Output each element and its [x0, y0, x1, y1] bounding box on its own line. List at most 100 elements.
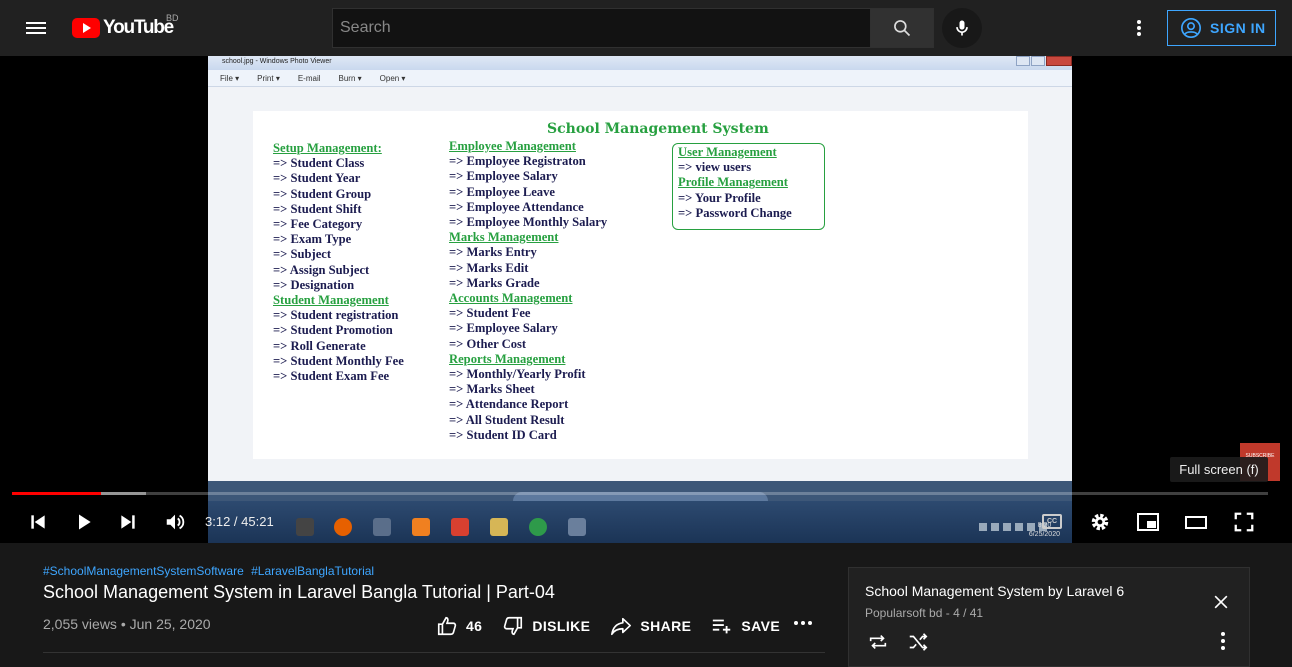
previous-button[interactable]	[22, 506, 54, 538]
sheet-list-item: => Exam Type	[273, 232, 352, 247]
hashtags: #SchoolManagementSystemSoftware #Laravel…	[43, 564, 378, 578]
sheet-list-item: => Student Class	[273, 156, 365, 171]
share-icon	[611, 617, 632, 636]
sheet-list-item: => Student Fee	[449, 306, 531, 321]
voice-search-button[interactable]	[942, 8, 982, 48]
share-button[interactable]: SHARE	[610, 615, 691, 637]
photo-viewer-menu: File ▾ Print ▾ E-mail Burn ▾ Open ▾	[208, 70, 1072, 87]
save-label: SAVE	[741, 618, 781, 634]
sheet-section-heading: Profile Management	[678, 175, 788, 190]
search-button[interactable]	[870, 8, 934, 48]
photo-viewer-titlebar: school.jpg - Windows Photo Viewer	[208, 56, 1072, 70]
save-button[interactable]: SAVE	[711, 615, 780, 637]
play-icon	[79, 514, 91, 530]
playlist-meta: Popularsoft bd - 4 / 41	[865, 606, 983, 620]
sheet-list-item: => Designation	[273, 277, 355, 292]
sheet-list-item: => Employee Attendance	[449, 199, 584, 214]
playlist-panel: School Management System by Laravel 6 Po…	[848, 567, 1250, 667]
fullscreen-tooltip: Full screen (f)	[1170, 457, 1268, 482]
mute-button[interactable]	[159, 506, 191, 538]
fullscreen-button[interactable]	[1228, 506, 1260, 538]
sign-in-label: SIGN IN	[1210, 20, 1266, 36]
youtube-logo[interactable]: YouTube	[72, 17, 174, 39]
hashtag-link[interactable]: #SchoolManagementSystemSoftware	[43, 564, 244, 578]
search-input[interactable]	[333, 9, 870, 47]
sheet-section-heading: Accounts Management	[449, 291, 573, 306]
sheet-column-setup: Setup Management: => Student Class => Stud…	[273, 141, 404, 384]
sheet-list-item: => Marks Edit	[449, 260, 529, 275]
sheet-list-item: => Employee Monthly Salary	[449, 215, 608, 230]
settings-menu-button[interactable]	[1127, 16, 1151, 40]
shuffle-icon	[909, 633, 928, 651]
thumbs-down-icon	[504, 616, 523, 636]
sheet-title: School Management System	[547, 121, 769, 137]
sheet-section-heading: Setup Management:	[273, 141, 382, 155]
theater-mode-button[interactable]	[1180, 506, 1212, 538]
sheet-list-item: => Student Promotion	[273, 323, 393, 338]
video-frame: school.jpg - Windows Photo Viewer File ▾…	[208, 56, 1072, 543]
dislike-label: DISLIKE	[532, 618, 591, 634]
sheet-section-heading: Employee Management	[449, 139, 576, 153]
account-icon	[1181, 18, 1201, 38]
thumbs-up-icon	[437, 616, 457, 636]
sheet-list-item: => Student Monthly Fee	[273, 353, 404, 368]
sign-in-button[interactable]: SIGN IN	[1167, 10, 1276, 46]
sheet-list-item: => Attendance Report	[449, 397, 569, 412]
search-box	[332, 8, 870, 48]
shuffle-playlist-button[interactable]	[907, 631, 929, 658]
progress-bar[interactable]	[12, 492, 1268, 495]
pv-menu-item: Burn ▾	[338, 73, 362, 83]
hashtag-link[interactable]: #LaravelBanglaTutorial	[251, 564, 374, 578]
microphone-icon	[956, 20, 968, 36]
share-label: SHARE	[640, 618, 692, 634]
sheet-list-item: => All Student Result	[449, 412, 565, 427]
play-button[interactable]	[68, 506, 100, 538]
like-button[interactable]: 46	[436, 615, 482, 637]
pv-menu-item: Open ▾	[379, 73, 406, 83]
sheet-list-item: => Student Shift	[273, 201, 362, 216]
minimize-icon	[1016, 56, 1030, 66]
sheet-column-employee: Employee Management => Employee Registrat…	[449, 139, 607, 443]
pv-menu-item: E-mail	[297, 73, 321, 83]
playlist-channel[interactable]: Popularsoft bd	[865, 606, 942, 620]
mouse-cursor-icon	[633, 362, 639, 372]
masthead: YouTube BD SIGN IN	[0, 0, 1292, 56]
pv-menu-item: Print ▾	[257, 73, 280, 83]
miniplayer-icon	[1137, 513, 1159, 531]
fullscreen-icon	[1234, 512, 1254, 532]
dislike-button[interactable]: DISLIKE	[502, 615, 590, 637]
video-info-section: #SchoolManagementSystemSoftware #Laravel…	[0, 543, 1292, 667]
subtitles-button[interactable]: CC	[1042, 514, 1062, 529]
time-display: 3:12 / 45:21	[205, 514, 274, 529]
maximize-icon	[1031, 56, 1045, 66]
sheet-list-item: => Employee Salary	[449, 169, 558, 184]
loop-playlist-button[interactable]	[867, 631, 889, 658]
progress-played	[12, 492, 101, 495]
sheet-list-item: => Subject	[273, 247, 332, 262]
search-icon	[894, 20, 911, 37]
close-icon	[1214, 595, 1228, 609]
guide-menu-button[interactable]	[24, 16, 48, 40]
sheet-list-item: => Student Exam Fee	[273, 369, 390, 384]
sheet-list-item: => view users	[678, 160, 752, 175]
video-actions: 46 DISLIKE SHARE SAVE	[436, 613, 800, 639]
video-title: School Management System in Laravel Bang…	[43, 582, 555, 602]
playlist-title[interactable]: School Management System by Laravel 6	[865, 583, 1124, 599]
more-actions-button[interactable]	[794, 621, 812, 625]
theater-icon	[1185, 516, 1207, 529]
playlist-add-icon	[713, 619, 731, 634]
sheet-list-item: => Monthly/Yearly Profit	[449, 367, 586, 382]
volume-icon	[166, 514, 185, 530]
close-icon	[1046, 56, 1072, 66]
video-player[interactable]: school.jpg - Windows Photo Viewer File ▾…	[0, 56, 1292, 543]
youtube-play-icon	[72, 18, 100, 38]
sheet-list-item: => Student Group	[273, 186, 372, 201]
close-playlist-button[interactable]	[1211, 592, 1231, 612]
photo-canvas: School Management System Setup Managemen…	[253, 111, 1028, 459]
playlist-menu-button[interactable]	[1221, 632, 1225, 650]
miniplayer-button[interactable]	[1132, 506, 1164, 538]
next-button[interactable]	[112, 506, 144, 538]
sheet-list-item: => Fee Category	[273, 217, 363, 232]
repeat-icon	[869, 634, 887, 650]
settings-button[interactable]	[1084, 506, 1116, 538]
